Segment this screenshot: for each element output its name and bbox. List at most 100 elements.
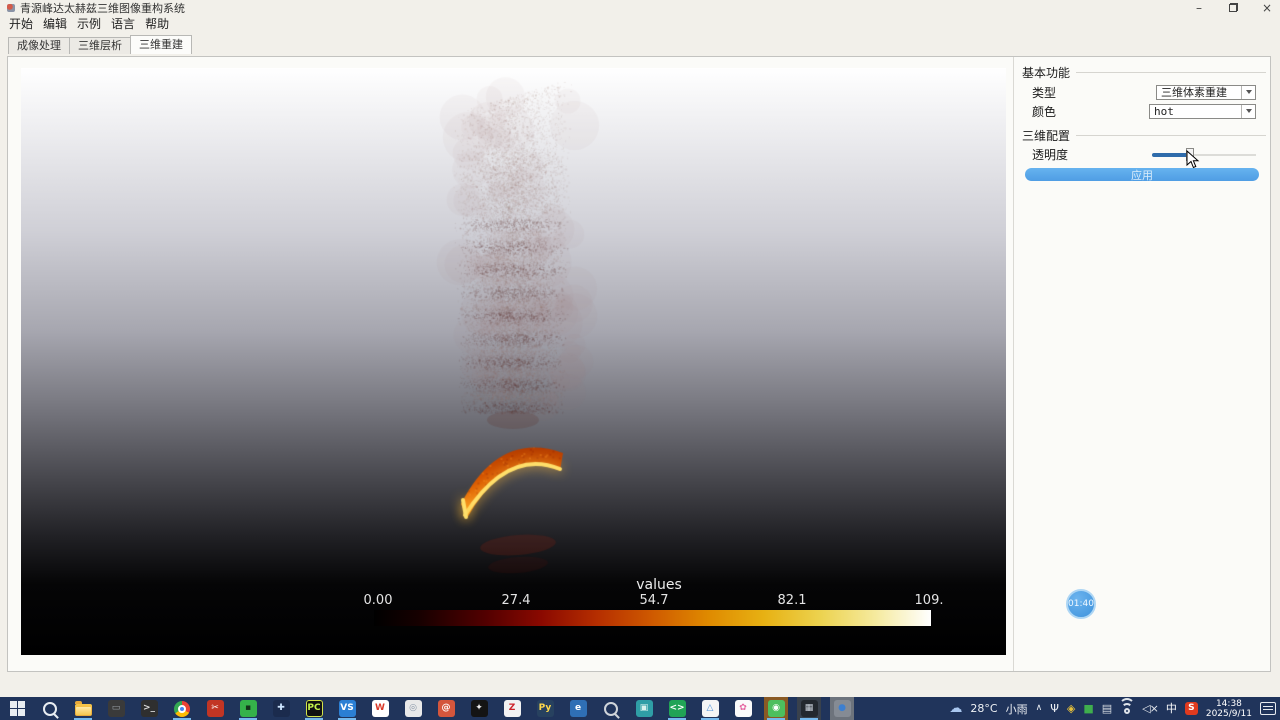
group-rule bbox=[1076, 72, 1266, 73]
image-viewer-icon[interactable]: ▣ bbox=[632, 697, 656, 720]
sogou-icon[interactable]: S bbox=[1184, 702, 1198, 715]
snail-app-glyph: @ bbox=[437, 700, 455, 717]
color-label: 颜色 bbox=[1032, 104, 1057, 119]
security-shield-icon[interactable]: ◈ bbox=[1067, 703, 1075, 714]
dark-bird-app-icon[interactable]: ✦ bbox=[467, 697, 491, 720]
netview-icon[interactable]: △ bbox=[698, 697, 722, 720]
colorbar-tick: 82.1 bbox=[777, 593, 807, 608]
colorbar-tick: 109. bbox=[914, 593, 944, 608]
python-icon[interactable]: Py bbox=[533, 697, 557, 720]
green-app-icon[interactable]: ▪ bbox=[236, 697, 260, 720]
app-grid-glyph: ▦ bbox=[800, 700, 818, 717]
app-grid-icon[interactable]: ▦ bbox=[797, 697, 821, 720]
system-tray: ☁ 28°C 小雨 ∧ Ψ ◈ ■ ▤ ◁× 中 S 14:38 2025/9/… bbox=[949, 698, 1280, 719]
wechat-icon[interactable]: ◉ bbox=[764, 697, 788, 720]
volume-render-canvas[interactable] bbox=[21, 68, 1006, 655]
tab-imaging-processing[interactable]: 成像处理 bbox=[8, 37, 70, 54]
colorbar-tick: 0.00 bbox=[363, 593, 393, 608]
chevron-down-icon[interactable] bbox=[1241, 85, 1255, 99]
dark-bird-app-glyph: ✦ bbox=[470, 700, 488, 717]
clock-time: 14:38 bbox=[1215, 698, 1242, 709]
app-window: 青源峰达太赫兹三维图像重构系统 – × 开始 编辑 示例 语言 帮助 成像处理 … bbox=[0, 0, 1280, 720]
console-window-icon[interactable]: ▭ bbox=[104, 697, 128, 720]
clip-tool-glyph: ✂ bbox=[206, 700, 224, 717]
minimize-button[interactable]: – bbox=[1192, 1, 1206, 15]
python-glyph: Py bbox=[536, 700, 554, 717]
menu-item-examples[interactable]: 示例 bbox=[72, 15, 106, 32]
tab-3d-tomography[interactable]: 三维层析 bbox=[69, 37, 131, 54]
ime-indicator[interactable]: 中 bbox=[1166, 703, 1177, 714]
hidden-icons-caret[interactable]: ∧ bbox=[1036, 704, 1043, 713]
titlebar: 青源峰达太赫兹三维图像重构系统 – × bbox=[0, 0, 1280, 16]
restore-button[interactable] bbox=[1226, 1, 1240, 14]
menu-item-language[interactable]: 语言 bbox=[106, 15, 140, 32]
file-explorer-icon[interactable] bbox=[71, 697, 95, 720]
wechat-glyph: ◉ bbox=[767, 700, 785, 717]
z-app-icon[interactable]: Z bbox=[500, 697, 524, 720]
volume-muted-icon[interactable]: ◁× bbox=[1142, 703, 1159, 714]
disc-app-icon[interactable]: ◎ bbox=[401, 697, 425, 720]
globe-app-icon[interactable]: ● bbox=[830, 697, 854, 720]
image-viewer-glyph: ▣ bbox=[635, 700, 653, 717]
apply-button[interactable]: 应用 bbox=[1025, 168, 1259, 182]
group-rule bbox=[1076, 135, 1266, 136]
vscode-glyph: VS bbox=[338, 700, 356, 717]
flower-app-glyph: ✿ bbox=[734, 700, 752, 717]
menu-item-help[interactable]: 帮助 bbox=[140, 15, 174, 32]
settings-panel: 基本功能 类型 三维体素重建 颜色 hot 三维配置 透明度 应用 bbox=[1013, 57, 1272, 671]
tab-strip: 成像处理 三维层析 三维重建 bbox=[8, 35, 192, 54]
close-button[interactable]: × bbox=[1260, 1, 1274, 15]
tab-3d-reconstruction[interactable]: 三维重建 bbox=[130, 35, 192, 54]
screen-recorder-timer[interactable]: 01:40 bbox=[1066, 589, 1096, 619]
tim-icon[interactable]: ✚ bbox=[269, 697, 293, 720]
mouse-cursor-icon bbox=[1186, 150, 1200, 169]
terminal-icon[interactable]: >_ bbox=[137, 697, 161, 720]
start-icon[interactable] bbox=[5, 697, 29, 720]
microphone-icon[interactable]: Ψ bbox=[1050, 703, 1059, 714]
z-app-glyph: Z bbox=[503, 700, 521, 717]
weather-desc[interactable]: 小雨 bbox=[1006, 701, 1028, 717]
start-glyph bbox=[9, 701, 25, 716]
colorbar-tick: 27.4 bbox=[501, 593, 531, 608]
action-center-icon[interactable] bbox=[1260, 702, 1276, 715]
colormap-select[interactable]: hot bbox=[1149, 103, 1256, 119]
wechat-devtools-icon[interactable]: <> bbox=[665, 697, 689, 720]
render-viewport[interactable]: values 0.00 27.4 54.7 82.1 109. bbox=[21, 68, 1006, 655]
edge-icon[interactable]: e bbox=[566, 697, 590, 720]
pycharm-glyph: PC bbox=[305, 700, 323, 717]
search-icon[interactable] bbox=[38, 697, 62, 720]
colorbar-tick: 54.7 bbox=[639, 593, 669, 608]
vscode-icon[interactable]: VS bbox=[335, 697, 359, 720]
snail-app-icon[interactable]: @ bbox=[434, 697, 458, 720]
search-glyph bbox=[43, 701, 59, 719]
wechat-devtools-glyph: <> bbox=[668, 700, 686, 717]
tim-glyph: ✚ bbox=[272, 700, 290, 717]
chevron-down-icon[interactable] bbox=[1241, 104, 1255, 118]
taskbar-icons: ▭ >_ ✂ ▪ ✚ PC VS W ◎ @ ✦ Z Py e ▣ <> △ ✿ ◉ ▦ ● bbox=[0, 697, 854, 720]
clip-tool-icon[interactable]: ✂ bbox=[203, 697, 227, 720]
green-app-glyph: ▪ bbox=[239, 700, 257, 717]
wps-icon[interactable]: W bbox=[368, 697, 392, 720]
magnifier-tool-icon[interactable] bbox=[599, 697, 623, 720]
taskbar-clock[interactable]: 14:38 2025/9/11 bbox=[1206, 699, 1252, 719]
weather-temp[interactable]: 28°C bbox=[970, 702, 997, 715]
green-square-tray-icon[interactable]: ■ bbox=[1083, 703, 1093, 714]
flower-app-icon[interactable]: ✿ bbox=[731, 697, 755, 720]
magnifier-tool-glyph bbox=[604, 701, 620, 719]
colorbar-gradient bbox=[374, 610, 931, 626]
app-icon bbox=[7, 4, 15, 12]
opacity-slider[interactable] bbox=[1152, 147, 1256, 161]
chrome-icon[interactable] bbox=[170, 697, 194, 720]
type-select[interactable]: 三维体素重建 bbox=[1156, 84, 1256, 100]
menu-item-edit[interactable]: 编辑 bbox=[38, 15, 72, 32]
wifi-icon[interactable] bbox=[1119, 698, 1136, 714]
file-explorer-glyph bbox=[74, 701, 92, 716]
printer-icon[interactable]: ▤ bbox=[1102, 703, 1112, 714]
menu-item-start[interactable]: 开始 bbox=[4, 15, 38, 32]
pycharm-icon[interactable]: PC bbox=[302, 697, 326, 720]
weather-cloud-icon[interactable]: ☁ bbox=[949, 702, 962, 715]
recorder-time: 01:40 bbox=[1068, 599, 1094, 609]
basic-functions-group: 基本功能 bbox=[1022, 64, 1266, 81]
color-row: 颜色 hot bbox=[1032, 103, 1256, 119]
globe-app-glyph: ● bbox=[833, 700, 851, 717]
